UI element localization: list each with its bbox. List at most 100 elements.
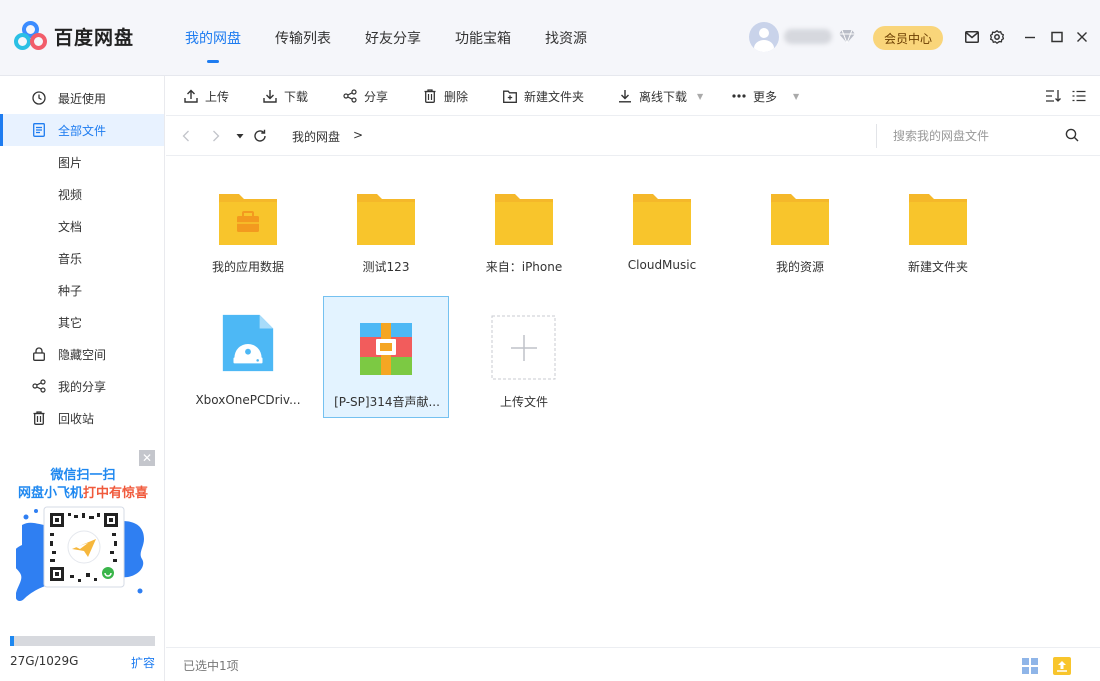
folder-icon — [632, 188, 692, 248]
sidebar-item-documents[interactable]: 文档 — [0, 210, 164, 242]
main-nav: 我的网盘 传输列表 好友分享 功能宝箱 找资源 — [168, 0, 604, 76]
sidebar-item-others[interactable]: 其它 — [0, 306, 164, 338]
sidebar-item-music[interactable]: 音乐 — [0, 242, 164, 274]
list-view-icon — [1071, 88, 1087, 104]
add-plus-icon — [491, 315, 557, 381]
folder-icon — [494, 188, 554, 248]
refresh-icon[interactable] — [252, 128, 268, 144]
file-name: 来自：iPhone — [461, 258, 587, 275]
file-item-selected[interactable]: [P-SP]314音声献... — [323, 296, 449, 418]
search-icon[interactable] — [1065, 128, 1081, 144]
sort-button[interactable] — [1045, 76, 1067, 116]
sidebar-item-my-shares[interactable]: 我的分享 — [0, 370, 164, 402]
username-redacted[interactable] — [784, 29, 832, 44]
new-folder-icon — [502, 88, 518, 104]
trash-icon — [31, 410, 47, 426]
grid-view-icon[interactable] — [1021, 657, 1039, 675]
file-item[interactable]: 新建文件夹 — [875, 170, 1001, 292]
file-item[interactable]: 测试123 — [323, 170, 449, 292]
back-icon[interactable] — [178, 128, 194, 144]
maximize-icon[interactable] — [1048, 28, 1066, 46]
list-view-button[interactable] — [1071, 76, 1093, 116]
vip-center-button[interactable]: 会员中心 — [873, 26, 943, 50]
new-folder-button[interactable]: 新建文件夹 — [502, 76, 584, 116]
download-button[interactable]: 下载 — [262, 76, 308, 116]
upload-icon — [183, 88, 199, 104]
lock-icon — [31, 346, 47, 362]
sidebar-item-label: 隐藏空间 — [58, 346, 106, 363]
file-name: 测试123 — [323, 258, 449, 275]
file-item[interactable]: CloudMusic — [599, 170, 725, 292]
offline-download-icon — [617, 88, 633, 104]
file-item[interactable]: 我的资源 — [737, 170, 863, 292]
qr-code-illustration-icon — [16, 505, 152, 605]
promo-line-2: 网盘小飞机打中有惊喜 — [10, 482, 156, 501]
delete-button[interactable]: 删除 — [422, 76, 468, 116]
minimize-icon[interactable] — [1021, 28, 1039, 46]
upload-transfer-icon[interactable] — [1052, 656, 1072, 676]
toolbar: 上传 下载 分享 删除 新建文件夹 离线下载 ▼ 更多 ▼ — [166, 76, 1100, 116]
app-name: 百度网盘 — [54, 23, 134, 50]
expand-storage-link[interactable]: 扩容 — [131, 654, 155, 671]
file-list-icon — [31, 122, 47, 138]
breadcrumb-my-netdisk[interactable]: 我的网盘 — [292, 128, 340, 145]
upload-file-tile[interactable]: 上传文件 — [461, 297, 587, 419]
sidebar-item-videos[interactable]: 视频 — [0, 178, 164, 210]
file-item[interactable]: XboxOnePCDriv... — [185, 297, 311, 419]
disk-image-file-icon — [218, 313, 278, 373]
share-icon — [342, 88, 358, 104]
close-icon[interactable] — [1073, 28, 1091, 46]
download-icon — [262, 88, 278, 104]
sidebar-item-label: 回收站 — [58, 410, 94, 427]
offline-download-button[interactable]: 离线下载 ▼ — [617, 76, 703, 116]
folder-icon — [770, 188, 830, 248]
sidebar-item-label: 我的分享 — [58, 378, 106, 395]
clock-icon — [31, 90, 47, 106]
file-item[interactable]: 我的应用数据 — [185, 170, 311, 292]
tab-friend-share[interactable]: 好友分享 — [348, 0, 438, 76]
app-data-folder-icon — [218, 188, 278, 248]
caret-down-icon[interactable]: ▼ — [697, 92, 703, 101]
tab-find-resources[interactable]: 找资源 — [528, 0, 604, 76]
tab-my-netdisk[interactable]: 我的网盘 — [168, 0, 258, 76]
share-button[interactable]: 分享 — [342, 76, 388, 116]
diamond-icon[interactable] — [838, 29, 856, 45]
sidebar-item-recycle-bin[interactable]: 回收站 — [0, 402, 164, 434]
folder-icon — [908, 188, 968, 248]
sidebar-item-hidden-space[interactable]: 隐藏空间 — [0, 338, 164, 370]
storage-usage-text: 27G/1029G — [10, 654, 78, 668]
file-name: 新建文件夹 — [875, 258, 1001, 275]
sidebar-item-all-files[interactable]: 全部文件 — [0, 114, 164, 146]
storage-progress-fill — [10, 636, 14, 646]
folder-icon — [356, 188, 416, 248]
status-bar: 已选中1项 — [166, 647, 1100, 681]
file-name: CloudMusic — [599, 258, 725, 272]
archive-file-icon — [356, 319, 416, 379]
avatar[interactable] — [749, 22, 779, 52]
more-button[interactable]: 更多 ▼ — [731, 76, 799, 116]
title-bar: 百度网盘 我的网盘 传输列表 好友分享 功能宝箱 找资源 会员中心 — [0, 0, 1100, 76]
search-input[interactable] — [893, 127, 1063, 145]
app-logo: 百度网盘 — [14, 20, 134, 52]
sort-icon — [1045, 88, 1061, 104]
sidebar-item-recent[interactable]: 最近使用 — [0, 82, 164, 114]
caret-down-icon[interactable]: ▼ — [793, 92, 799, 101]
sidebar-item-label: 全部文件 — [58, 122, 106, 139]
file-name: 我的资源 — [737, 258, 863, 275]
tab-toolbox[interactable]: 功能宝箱 — [438, 0, 528, 76]
tab-transfer-list[interactable]: 传输列表 — [258, 0, 348, 76]
baidu-netdisk-logo-icon — [14, 21, 48, 51]
share-icon — [31, 378, 47, 394]
mail-icon[interactable] — [963, 28, 981, 46]
sidebar-item-images[interactable]: 图片 — [0, 146, 164, 178]
history-dropdown-icon[interactable] — [232, 128, 248, 144]
promo-banner: ✕ 微信扫一扫 网盘小飞机打中有惊喜 — [10, 450, 156, 616]
forward-icon[interactable] — [208, 128, 224, 144]
breadcrumb-separator: > — [353, 128, 363, 142]
file-name: 我的应用数据 — [185, 258, 311, 275]
file-item[interactable]: 来自：iPhone — [461, 170, 587, 292]
selection-status: 已选中1项 — [183, 657, 239, 674]
sidebar-item-torrents[interactable]: 种子 — [0, 274, 164, 306]
settings-gear-icon[interactable] — [988, 28, 1006, 46]
upload-button[interactable]: 上传 — [183, 76, 229, 116]
